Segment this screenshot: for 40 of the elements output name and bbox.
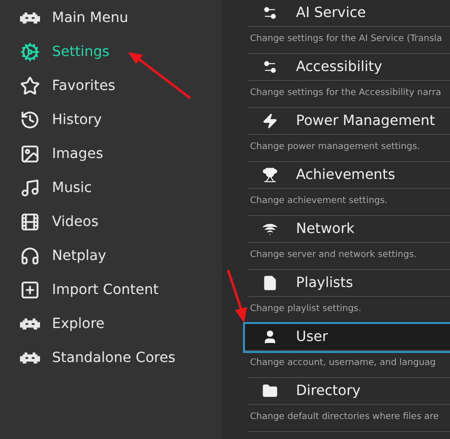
annotation-arrow [128, 52, 192, 100]
menu-row[interactable]: AI Service [248, 0, 450, 27]
setting-description: Change achievement settings. [248, 189, 450, 216]
setting-description: Change default directories where files are [248, 405, 450, 432]
menu-row[interactable]: Achievements [248, 162, 450, 189]
menu-row[interactable]: Power Management [248, 108, 450, 135]
sidebar-item[interactable]: Favorites [0, 69, 222, 103]
setting-description: Change settings for the Accessibility narra [248, 81, 450, 108]
trophy-icon [262, 167, 278, 183]
setting-description: Change power management settings. [248, 135, 450, 162]
sidebar-item[interactable]: Images [0, 137, 222, 171]
setting-description: Change server and network settings. [248, 243, 450, 270]
sidebar-item[interactable]: Main Menu [0, 1, 222, 35]
settings-icon [20, 42, 40, 62]
image-icon [20, 144, 40, 164]
film-icon [20, 212, 40, 232]
menu-row[interactable]: Directory [248, 378, 450, 405]
folder-icon [262, 383, 278, 399]
music-note-icon [20, 178, 40, 198]
sidebar-item[interactable]: Settings [0, 35, 222, 69]
history-icon [20, 110, 40, 130]
setting-description: Change account, username, and languag [248, 351, 450, 378]
sidebar-item[interactable]: History [0, 103, 222, 137]
star-icon [20, 76, 40, 96]
setting-description: Change settings for the AI Service (Transla [248, 27, 450, 54]
user-icon [262, 329, 278, 345]
plus-square-icon [20, 280, 40, 300]
sidebar-item[interactable]: Videos [0, 205, 222, 239]
menu-row[interactable]: Network [248, 216, 450, 243]
headset-icon [20, 246, 40, 266]
menu-row[interactable]: User [245, 324, 450, 351]
lightning-icon [262, 113, 278, 129]
sidebar-item[interactable]: Import Content [0, 273, 222, 307]
sidebar-item[interactable]: Music [0, 171, 222, 205]
annotation-arrow [226, 268, 248, 324]
menu-row[interactable]: Playlists [248, 270, 450, 297]
sidebar-item[interactable]: Netplay [0, 239, 222, 273]
menu-row[interactable]: Accessibility [248, 54, 450, 81]
sidebar-item[interactable]: Standalone Cores [0, 341, 222, 375]
sidebar-item[interactable]: Explore [0, 307, 222, 341]
